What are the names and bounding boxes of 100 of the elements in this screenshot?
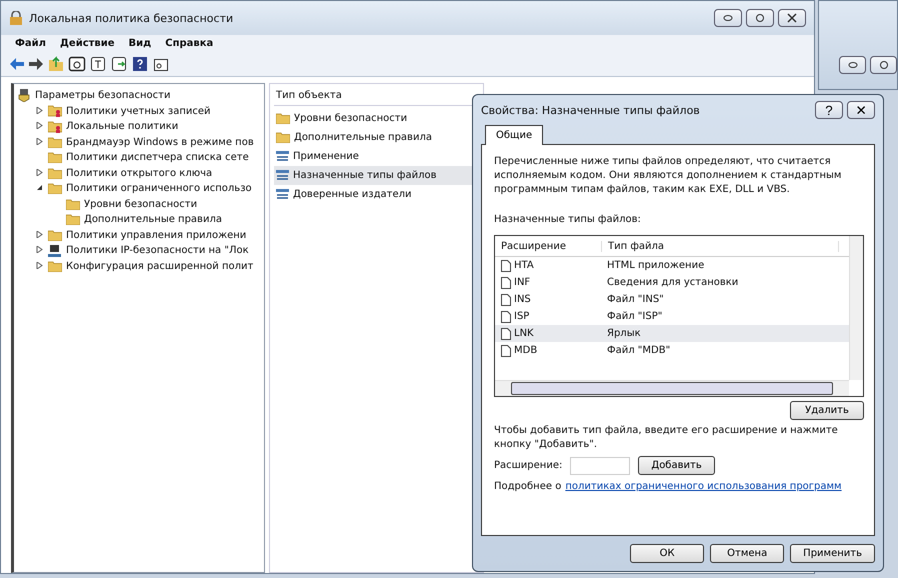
collapsed-arrow-icon[interactable]	[36, 262, 43, 269]
dialog-button[interactable]: Применить	[790, 544, 875, 563]
file-icon	[501, 328, 511, 340]
collapsed-arrow-icon[interactable]	[36, 246, 43, 254]
folder-with-user-icon	[48, 105, 62, 118]
menu-item[interactable]: Действие	[54, 38, 121, 49]
add-hint-text: Чтобы добавить тип файла, введите его расширение и нажмите кнопку "Добавить".	[494, 424, 839, 452]
tree-item[interactable]: Политики управления приложени	[66, 230, 246, 241]
list-row[interactable]: INS Файл "INS"	[495, 291, 849, 308]
folder-icon	[48, 260, 62, 272]
help-link[interactable]: политиках ограниченного использования программ	[565, 481, 842, 492]
tab[interactable]: Общие	[485, 125, 544, 145]
policy-object-icon	[276, 188, 289, 200]
list-item[interactable]: Уровни безопасности	[274, 109, 479, 128]
extension-label: Расширение:	[494, 460, 562, 471]
collapsed-arrow-icon[interactable]	[36, 106, 43, 114]
list-label: Назначенные типы файлов:	[494, 213, 642, 227]
dialog-button[interactable]: ОК	[630, 544, 704, 563]
add-button[interactable]: Добавить	[638, 456, 715, 475]
tree-item[interactable]: Параметры безопасности	[35, 90, 170, 102]
minimize-button[interactable]	[714, 9, 742, 27]
table-cell: HTML приложение	[607, 260, 704, 271]
collapsed-arrow-icon[interactable]	[36, 122, 43, 130]
close-icon	[787, 13, 797, 23]
maximize-icon	[755, 14, 765, 22]
table-cell: Ярлык	[607, 328, 641, 339]
file-icon	[501, 310, 511, 322]
tree-item[interactable]: Политики ограниченного использо	[66, 183, 252, 194]
column-header[interactable]: Тип файла	[602, 240, 839, 252]
close-button[interactable]: ✕	[847, 101, 875, 119]
lock-icon	[9, 11, 23, 25]
properties-icon[interactable]	[89, 55, 107, 73]
policy-object-icon	[276, 170, 289, 182]
table-cell: Файл "MDB"	[607, 345, 670, 356]
help-button[interactable]: ?	[815, 101, 843, 119]
list-row[interactable]: HTA HTML приложение	[495, 257, 849, 274]
tree-item[interactable]: Уровни безопасности	[84, 198, 198, 210]
file-icon	[501, 260, 511, 272]
collapsed-arrow-icon[interactable]	[36, 168, 43, 176]
folder-icon	[66, 198, 80, 210]
minimize-button[interactable]	[839, 56, 866, 74]
collapsed-arrow-icon[interactable]	[36, 138, 43, 145]
window-icon[interactable]	[68, 55, 86, 73]
list-item[interactable]: Доверенные издатели	[274, 185, 479, 204]
window-title: Локальная политика безопасности	[29, 12, 234, 24]
expanded-arrow-icon[interactable]	[36, 184, 43, 192]
collapsed-arrow-icon[interactable]	[36, 230, 43, 238]
remove-button[interactable]: Удалить	[790, 401, 864, 420]
maximize-button[interactable]	[746, 9, 774, 27]
folder-icon	[48, 168, 62, 179]
tree-item[interactable]: Дополнительные правила	[84, 214, 222, 226]
column-header[interactable]: Расширение	[495, 240, 602, 252]
help-icon[interactable]	[131, 55, 149, 73]
vertical-scrollbar[interactable]	[849, 236, 863, 380]
menu-item[interactable]: Справка	[159, 38, 220, 49]
menu-item[interactable]: Вид	[122, 38, 158, 49]
export-icon[interactable]	[110, 55, 128, 73]
folder-icon	[48, 152, 62, 164]
tree-item[interactable]: Политики диспетчера списка сете	[66, 152, 249, 164]
tree-item[interactable]: Конфигурация расширенной полит	[66, 260, 254, 272]
tree-item[interactable]: Политики открытого ключа	[66, 168, 212, 179]
table-cell: LNK	[514, 328, 534, 339]
table-cell: Файл "ISP"	[607, 311, 662, 322]
list-row[interactable]: INF Сведения для установки	[495, 274, 849, 291]
menu-item[interactable]: Файл	[9, 38, 52, 49]
more-text: Подробнее о	[494, 481, 562, 492]
maximize-icon	[878, 61, 888, 69]
shield-computer-icon	[18, 89, 31, 102]
extension-field[interactable]	[570, 456, 630, 474]
table-cell: MDB	[514, 345, 538, 356]
table-cell: HTA	[514, 260, 534, 271]
tree-item[interactable]: Брандмауэр Windows в режиме пов	[66, 136, 254, 148]
tree-item[interactable]: Политики IP-безопасности на "Лок	[66, 245, 249, 256]
minimize-icon	[848, 62, 858, 68]
file-icon	[501, 276, 511, 288]
tree-item[interactable]: Локальные политики	[66, 121, 178, 132]
policy-object-icon	[276, 150, 289, 162]
list-row[interactable]: ISP Файл "ISP"	[495, 308, 849, 325]
dialog-button[interactable]: Отмена	[710, 544, 784, 563]
folder-with-user-icon	[48, 120, 62, 133]
folder-icon	[48, 230, 62, 241]
folder-icon	[48, 183, 62, 194]
computer-icon	[48, 244, 62, 257]
list-item[interactable]: Применение	[274, 147, 479, 166]
folder-icon	[276, 113, 290, 124]
maximize-button[interactable]	[870, 56, 897, 74]
list-row[interactable]: LNK Ярлык	[495, 325, 849, 342]
back-arrow-icon[interactable]	[9, 57, 25, 71]
dialog-title: Свойства: Назначенные типы файлов	[481, 104, 700, 116]
table-cell: ISP	[514, 311, 530, 322]
tree-item[interactable]: Политики учетных записей	[66, 106, 211, 117]
forward-arrow-icon[interactable]	[28, 57, 44, 71]
close-button[interactable]	[778, 9, 806, 27]
file-icon	[501, 294, 511, 306]
list-item[interactable]: Дополнительные правила	[274, 128, 479, 147]
list-row[interactable]: MDB Файл "MDB"	[495, 342, 849, 359]
table-cell: Сведения для установки	[607, 277, 738, 288]
table-cell: Файл "INS"	[607, 294, 664, 305]
horizontal-scrollbar[interactable]	[495, 380, 849, 396]
folder-icon	[276, 132, 290, 143]
